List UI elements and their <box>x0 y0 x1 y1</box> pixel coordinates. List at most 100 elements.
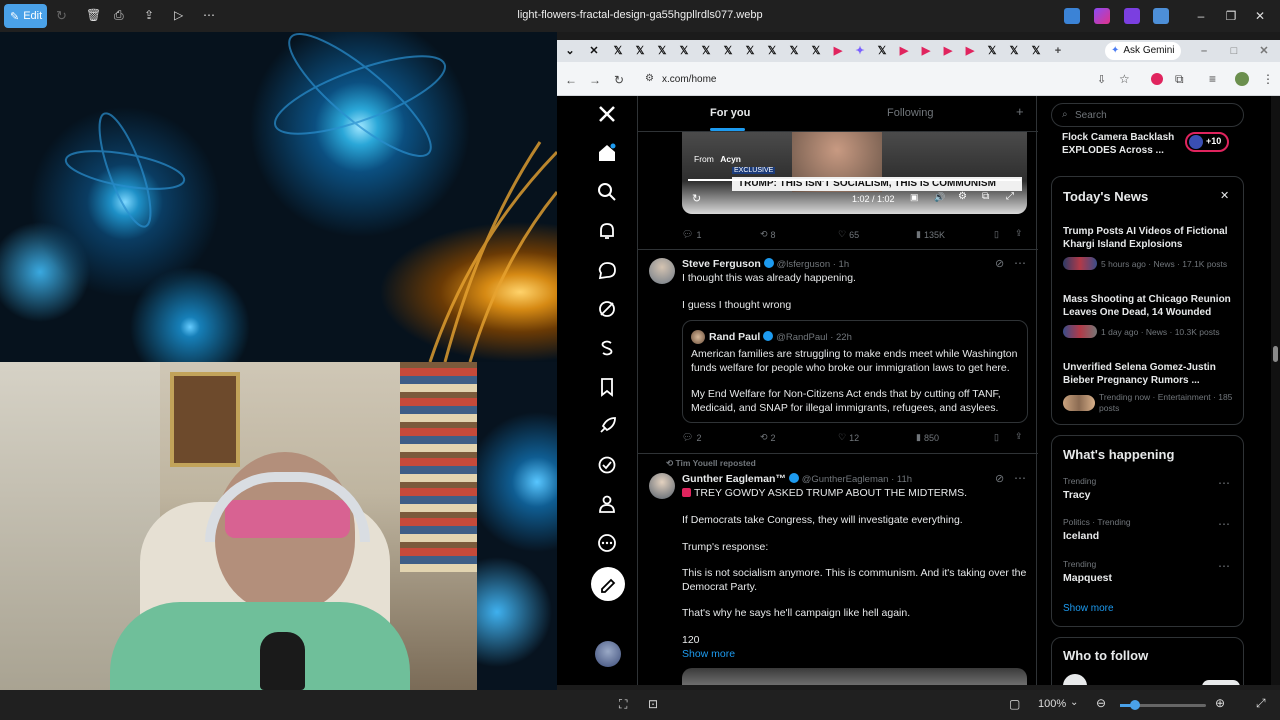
rotate-icon[interactable]: ↻ <box>56 8 72 24</box>
zoom-in-icon[interactable]: ⊕ <box>1215 696 1225 710</box>
zoom-level[interactable]: 100% <box>1038 698 1066 710</box>
address-bar[interactable]: x.com/home <box>662 74 716 85</box>
tab-x-icon[interactable]: 𝕏 <box>787 44 801 58</box>
search-icon[interactable] <box>597 182 617 202</box>
tab-x-icon[interactable]: 𝕏 <box>611 44 625 58</box>
volume-icon[interactable]: 🔊 <box>934 192 945 203</box>
more-icon[interactable]: ⋯ <box>1218 476 1231 490</box>
news-item-title[interactable]: Unverified Selena Gomez-Justin Bieber Pr… <box>1063 361 1233 387</box>
pip-icon[interactable]: ⧉ <box>982 191 989 202</box>
zoom-slider[interactable] <box>1120 700 1206 710</box>
more-icon[interactable]: ⋯ <box>1014 256 1026 270</box>
scrollbar-thumb[interactable] <box>1273 346 1278 362</box>
avatar[interactable] <box>649 473 675 499</box>
author-name[interactable]: Steve Ferguson <box>682 258 761 270</box>
text-select-icon[interactable]: ⊡ <box>648 697 658 711</box>
maximize-icon[interactable]: ❐ <box>1223 8 1239 24</box>
share-icon[interactable]: ⇪ <box>1015 228 1023 239</box>
media-icon[interactable]: ≡ <box>1209 72 1216 86</box>
new-tab-icon[interactable]: + <box>1051 44 1065 58</box>
tab-x-icon[interactable]: 𝕏 <box>765 44 779 58</box>
news-item-title[interactable]: Mass Shooting at Chicago Reunion Leaves … <box>1063 293 1233 319</box>
author-handle[interactable]: @lsferguson · 1h <box>777 259 849 270</box>
tab-close-icon[interactable]: ✕ <box>587 44 601 58</box>
close-icon[interactable]: ✕ <box>1252 8 1268 24</box>
quote-post[interactable]: Rand Paul @RandPaul · 22h American famil… <box>682 320 1028 423</box>
video-progress-bar[interactable] <box>688 179 1021 181</box>
verified-orgs-icon[interactable] <box>597 455 617 475</box>
tab-x-icon[interactable]: 𝕏 <box>1007 44 1021 58</box>
avatar[interactable] <box>649 258 675 284</box>
close-icon[interactable]: ✕ <box>1220 189 1229 202</box>
taskbar-app-icon[interactable] <box>1094 8 1110 24</box>
account-avatar[interactable] <box>595 641 621 667</box>
extension-icon[interactable] <box>1151 73 1163 85</box>
bookmark-icon[interactable]: ▯ <box>994 229 999 240</box>
tab-x-icon[interactable]: 𝕏 <box>655 44 669 58</box>
trend-name[interactable]: Tracy <box>1063 489 1090 501</box>
tab-youtube-icon[interactable]: ▶ <box>831 44 845 58</box>
more-icon[interactable]: ⋯ <box>1218 517 1231 531</box>
install-icon[interactable]: ⇩ <box>1097 73 1106 86</box>
taskbar-app-icon[interactable] <box>1124 8 1140 24</box>
avatar[interactable] <box>1063 674 1087 685</box>
follow-button[interactable] <box>1202 680 1240 685</box>
more-circle-icon[interactable] <box>597 533 617 553</box>
show-more-link[interactable]: Show more <box>1063 603 1114 614</box>
author-handle[interactable]: @GuntherEagleman · 11h <box>802 474 912 485</box>
jobs-rocket-icon[interactable] <box>597 416 617 436</box>
repost-button[interactable]: ⟲ 2 <box>760 432 776 443</box>
grok-icon[interactable]: ⊘ <box>995 257 1004 270</box>
grok-icon[interactable]: ⊘ <box>995 472 1004 485</box>
tab-for-you[interactable]: For you <box>710 107 750 119</box>
tab-youtube-icon[interactable]: ▶ <box>941 44 955 58</box>
like-button[interactable]: ♡ 12 <box>838 432 859 443</box>
replay-icon[interactable]: ↻ <box>692 192 701 205</box>
home-icon[interactable] <box>597 143 617 163</box>
trash-icon[interactable]: 🗑 <box>86 8 102 24</box>
top-story-title[interactable]: Flock Camera Backlash EXPLODES Across ..… <box>1062 131 1187 157</box>
expand-icon[interactable]: ⤢ <box>1256 696 1266 711</box>
search-input[interactable]: ⌕ Search <box>1051 103 1244 127</box>
profile-icon[interactable] <box>597 494 617 514</box>
more-options-icon[interactable]: ⋯ <box>203 8 219 24</box>
extensions-icon[interactable]: ⧉ <box>1175 72 1184 87</box>
tab-search-icon[interactable]: ⌄ <box>563 44 577 58</box>
video-player[interactable]: From Acyn EXCLUSIVE TRUMP: THIS ISN'T SO… <box>682 132 1027 214</box>
reload-icon[interactable]: ↻ <box>614 73 624 87</box>
minimize-icon[interactable]: – <box>1197 44 1211 58</box>
tab-x-icon[interactable]: 𝕏 <box>743 44 757 58</box>
visual-search-icon[interactable]: ⛶ <box>619 697 627 712</box>
tab-app-icon[interactable]: ✦ <box>853 44 867 58</box>
trend-name[interactable]: Iceland <box>1063 530 1099 542</box>
tab-x-icon[interactable]: 𝕏 <box>677 44 691 58</box>
bookmark-icon[interactable]: ▯ <box>994 432 999 443</box>
repost-context-label[interactable]: Tim Youell reposted <box>676 458 756 468</box>
repost-button[interactable]: ⟲ 8 <box>760 229 776 240</box>
minimize-icon[interactable]: – <box>1193 8 1209 24</box>
back-icon[interactable]: ← <box>565 73 577 87</box>
premium-icon[interactable] <box>597 338 617 358</box>
tab-x-icon[interactable]: 𝕏 <box>875 44 889 58</box>
views-button[interactable]: ▮ 135K <box>916 229 945 240</box>
like-button[interactable]: ♡ 65 <box>838 229 859 240</box>
trend-name[interactable]: Mapquest <box>1063 572 1112 584</box>
slideshow-icon[interactable]: ▷ <box>174 8 190 24</box>
taskbar-app-icon[interactable] <box>1153 8 1169 24</box>
fit-to-window-icon[interactable]: ▢ <box>1009 697 1020 711</box>
share-icon[interactable]: ⇪ <box>1015 431 1023 442</box>
settings-icon[interactable]: ⚙ <box>958 191 967 202</box>
show-more-link[interactable]: Show more <box>682 648 735 660</box>
print-icon[interactable]: ⎙ <box>114 8 130 24</box>
tab-x-icon[interactable]: 𝕏 <box>1029 44 1043 58</box>
reply-button[interactable]: 💬︎ 1 <box>682 229 701 240</box>
zoom-slider-thumb[interactable] <box>1130 700 1140 710</box>
tab-x-icon[interactable]: 𝕏 <box>985 44 999 58</box>
menu-icon[interactable]: ⋮ <box>1262 72 1274 86</box>
captions-icon[interactable]: ▣ <box>910 192 919 203</box>
tab-x-icon[interactable]: 𝕏 <box>633 44 647 58</box>
reply-button[interactable]: 💬︎ 2 <box>682 432 701 443</box>
messages-icon[interactable] <box>597 260 617 280</box>
chevron-down-icon[interactable]: ⌄ <box>1070 697 1078 708</box>
tab-x-icon[interactable]: 𝕏 <box>721 44 735 58</box>
